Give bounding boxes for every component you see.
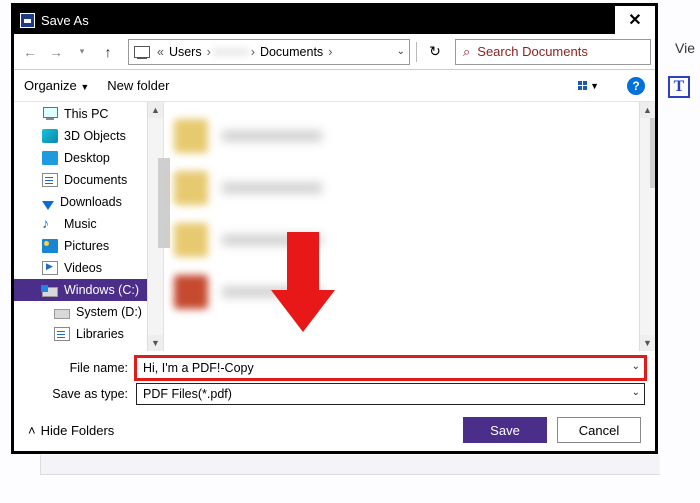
tree-item-label: Music bbox=[64, 217, 97, 231]
tree-item-pictures[interactable]: Pictures bbox=[14, 235, 163, 257]
path-seg-0[interactable]: Users bbox=[166, 45, 205, 59]
nav-back-button[interactable]: ← bbox=[18, 40, 42, 64]
app-icon bbox=[20, 13, 35, 28]
tree-item-desktop[interactable]: Desktop bbox=[14, 147, 163, 169]
tree-item-label: Pictures bbox=[64, 239, 109, 253]
tree-item-videos[interactable]: Videos bbox=[14, 257, 163, 279]
vid-icon bbox=[42, 261, 58, 275]
cube-icon bbox=[42, 129, 58, 143]
pc-icon bbox=[42, 107, 58, 121]
address-bar[interactable]: « Users › › Documents › ⌄ bbox=[128, 39, 410, 65]
search-box[interactable]: ⌕ Search Documents bbox=[455, 39, 651, 65]
refresh-button[interactable]: ↻ bbox=[423, 40, 447, 64]
toolbar: Organize ▼ New folder ▼ ? bbox=[14, 70, 655, 102]
tree-item-label: Windows (C:) bbox=[64, 283, 139, 297]
chevron-up-icon: ˄ bbox=[28, 423, 36, 438]
hide-folders-toggle[interactable]: ˄ Hide Folders bbox=[28, 423, 114, 438]
tree-item-libraries[interactable]: Libraries bbox=[14, 323, 163, 345]
search-placeholder: Search Documents bbox=[477, 44, 588, 59]
tree-item-label: Libraries bbox=[76, 327, 124, 341]
navigation-tree: This PC 3D Objects Desktop Documents Downloa… bbox=[14, 102, 164, 351]
drive-icon bbox=[54, 309, 70, 319]
nav-up-button[interactable]: ↑ bbox=[96, 40, 120, 64]
save-button[interactable]: Save bbox=[463, 417, 547, 443]
drive-icon bbox=[42, 287, 58, 297]
nav-row: ← → ▾ ↑ « Users › › Documents › ⌄ ↻ ⌕ Se… bbox=[14, 34, 655, 70]
path-seg-1[interactable] bbox=[213, 47, 249, 57]
chevron-down-icon[interactable]: ⌄ bbox=[632, 361, 640, 372]
drive-icon bbox=[134, 46, 150, 58]
pic-icon bbox=[42, 239, 58, 253]
tree-item-this-pc[interactable]: This PC bbox=[14, 103, 163, 125]
titlebar: Save As ✕ bbox=[14, 6, 655, 34]
search-icon: ⌕ bbox=[463, 44, 470, 60]
ribbon-view-tab[interactable]: Vie bbox=[675, 40, 695, 56]
cancel-button[interactable]: Cancel bbox=[557, 417, 641, 443]
filename-label: File name: bbox=[24, 361, 136, 375]
filetype-select[interactable]: PDF Files(*.pdf) ⌄ bbox=[136, 383, 645, 405]
tree-item-label: Documents bbox=[64, 173, 127, 187]
help-button[interactable]: ? bbox=[627, 77, 645, 95]
filetype-label: Save as type: bbox=[24, 387, 136, 401]
desk-icon bbox=[42, 151, 58, 165]
tree-item-label: 3D Objects bbox=[64, 129, 126, 143]
chevron-down-icon[interactable]: ⌄ bbox=[632, 387, 640, 398]
tree-item-label: Videos bbox=[64, 261, 102, 275]
tree-item-label: Desktop bbox=[64, 151, 110, 165]
tree-item-downloads[interactable]: Downloads bbox=[14, 191, 163, 213]
doc-icon bbox=[54, 327, 70, 341]
nav-recent-dropdown[interactable]: ▾ bbox=[70, 40, 94, 64]
path-seg-2[interactable]: Documents bbox=[257, 45, 326, 59]
music-icon bbox=[42, 217, 58, 231]
tree-item-windows-c-[interactable]: Windows (C:) bbox=[14, 279, 163, 301]
tree-item-label: System (D:) bbox=[76, 305, 142, 319]
tree-item-music[interactable]: Music bbox=[14, 213, 163, 235]
text-tool-icon[interactable]: T bbox=[668, 76, 690, 98]
close-button[interactable]: ✕ bbox=[615, 6, 655, 34]
filelist-scrollbar[interactable]: ▲ ▼ bbox=[639, 102, 655, 351]
tree-item-label: This PC bbox=[64, 107, 108, 121]
filename-input[interactable]: Hi, I'm a PDF!-Copy ⌄ bbox=[136, 357, 645, 379]
file-list[interactable]: ▲ ▼ bbox=[164, 102, 655, 351]
dl-icon bbox=[42, 201, 54, 210]
doc-icon bbox=[42, 173, 58, 187]
save-as-dialog: Save As ✕ ← → ▾ ↑ « Users › › Documents … bbox=[11, 3, 658, 454]
window-title: Save As bbox=[41, 13, 615, 28]
new-folder-button[interactable]: New folder bbox=[107, 78, 169, 93]
organize-menu[interactable]: Organize ▼ bbox=[24, 78, 89, 93]
tree-item-documents[interactable]: Documents bbox=[14, 169, 163, 191]
nav-forward-button[interactable]: → bbox=[44, 40, 68, 64]
tree-item-label: Downloads bbox=[60, 195, 122, 209]
sidebar-scrollbar[interactable]: ▲ ▼ bbox=[147, 102, 163, 351]
path-dropdown-icon[interactable]: ⌄ bbox=[397, 46, 405, 57]
view-mode-button[interactable]: ▼ bbox=[578, 81, 599, 91]
tree-item-3d-objects[interactable]: 3D Objects bbox=[14, 125, 163, 147]
tree-item-system-d-[interactable]: System (D:) bbox=[14, 301, 163, 323]
